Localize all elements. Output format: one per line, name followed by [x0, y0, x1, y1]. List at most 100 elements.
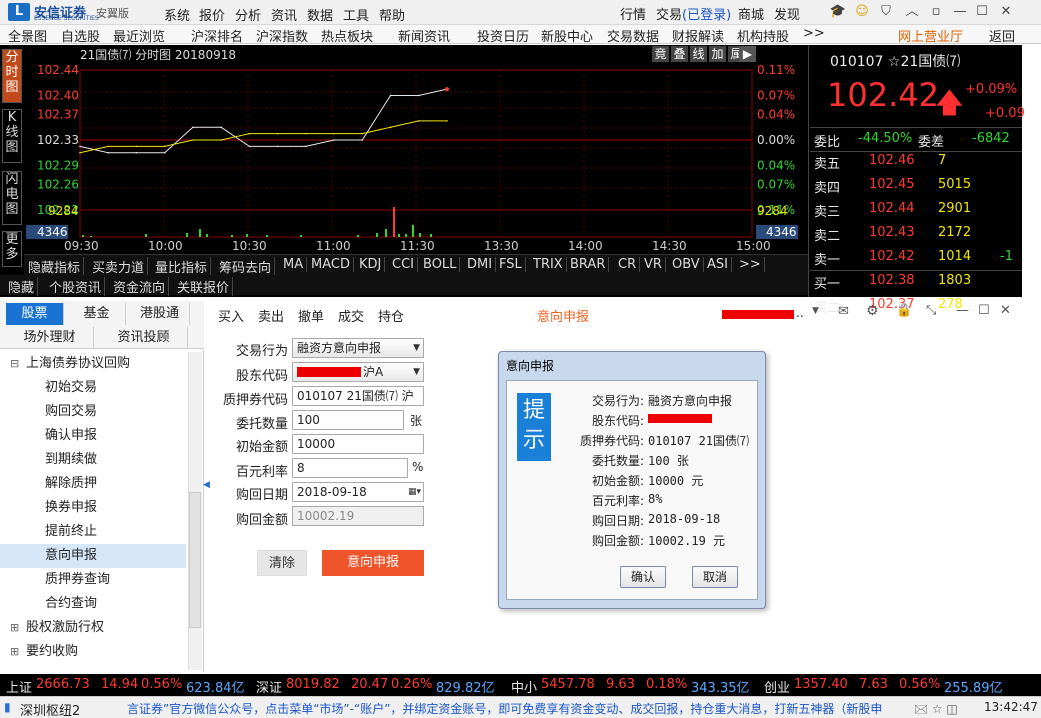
cancel-button[interactable]: 取消: [692, 566, 738, 588]
tree-item[interactable]: 意向申报: [0, 544, 186, 568]
menu2-ipo[interactable]: 新股中心: [541, 26, 593, 45]
panel-close-icon[interactable]: ✕: [1000, 303, 1011, 318]
status-icons[interactable]: 🖂 ☆ ◫: [914, 700, 958, 718]
maximize-button[interactable]: ☐: [972, 2, 992, 22]
nav-tab-hk-connect[interactable]: 港股通: [130, 303, 190, 325]
menu2-watchlist[interactable]: 自选股: [61, 26, 100, 45]
date-picker[interactable]: 2018-09-18 ▦▾: [292, 482, 424, 502]
nav-tab-fund[interactable]: 基金: [68, 303, 126, 325]
ind-chips[interactable]: 筹码去向: [219, 257, 276, 276]
ind-vr[interactable]: VR: [644, 257, 666, 272]
tab-buy[interactable]: 买入: [218, 306, 244, 325]
expand-icon[interactable]: ⤡: [926, 303, 936, 318]
rate-input[interactable]: 8: [292, 458, 408, 478]
tool-next[interactable]: ▶: [739, 46, 756, 62]
ind-dmi[interactable]: DMI: [467, 257, 497, 272]
minimize-button[interactable]: —: [950, 2, 970, 22]
tool-line[interactable]: 线: [690, 46, 707, 62]
link-quote[interactable]: 行情: [620, 4, 646, 23]
tab-kline[interactable]: K线图: [2, 109, 22, 163]
nav-tab-otc[interactable]: 场外理财: [6, 327, 94, 349]
menu2-index[interactable]: 沪深指数: [256, 26, 308, 45]
menu2-recent[interactable]: 最近浏览: [113, 26, 165, 45]
index-name[interactable]: 深证: [256, 677, 282, 696]
menu-help[interactable]: 帮助: [379, 5, 405, 24]
qty-input[interactable]: 100: [292, 410, 404, 430]
index-name[interactable]: 上证: [6, 677, 32, 696]
sub-hide[interactable]: 隐藏: [8, 277, 39, 296]
tree-item[interactable]: ⊟ 上海债券协议回购: [0, 352, 186, 376]
menu2-rank[interactable]: 沪深排名: [191, 26, 243, 45]
ind-trix[interactable]: TRIX: [533, 257, 567, 272]
menu2-back[interactable]: 返回: [989, 26, 1015, 45]
nav-tab-stock[interactable]: 股票: [6, 303, 64, 325]
panel-minimize-icon[interactable]: —: [956, 303, 969, 318]
menu2-more[interactable]: >>: [803, 26, 825, 41]
ind-brar[interactable]: BRAR: [570, 257, 610, 272]
ind-macd[interactable]: MACD: [311, 257, 354, 272]
menu2-hot[interactable]: 热点板块: [321, 26, 373, 45]
menu2-news[interactable]: 新闻资讯: [398, 26, 450, 45]
link-discover[interactable]: 发现: [774, 4, 800, 23]
tree-item[interactable]: 换券申报: [0, 496, 186, 520]
menu2-online-hall[interactable]: 网上营业厅: [898, 26, 963, 45]
ind-fsl[interactable]: FSL: [499, 257, 526, 272]
menu2-calendar[interactable]: 投资日历: [477, 26, 529, 45]
tree-item[interactable]: 购回交易: [0, 400, 186, 424]
account-select[interactable]: 沪A ▼: [292, 362, 424, 382]
tab-cancel[interactable]: 撤单: [298, 306, 324, 325]
star-icon[interactable]: ☆: [888, 54, 901, 70]
lock-icon[interactable]: 🔒: [896, 303, 912, 318]
graduate-icon[interactable]: 🎓: [828, 2, 848, 22]
tree-expand-icon[interactable]: ⊟: [10, 352, 19, 376]
server-name[interactable]: 深圳枢纽2: [20, 700, 80, 718]
ok-button[interactable]: 确认: [620, 566, 666, 588]
ind-ma[interactable]: MA: [283, 257, 308, 272]
action-select[interactable]: 融资方意向申报 ▼: [292, 338, 424, 358]
scrollbar-thumb[interactable]: [189, 492, 201, 628]
menu-news[interactable]: 资讯: [271, 5, 297, 24]
tab-more[interactable]: 更多: [2, 231, 22, 267]
tree-item[interactable]: 解除质押: [0, 472, 186, 496]
sub-capital-flow[interactable]: 资金流向: [113, 277, 170, 296]
clear-button[interactable]: 清除: [257, 550, 307, 576]
close-button[interactable]: ✕: [996, 2, 1016, 22]
tree-item[interactable]: 质押券查询: [0, 568, 186, 592]
panel-restore-icon[interactable]: ☐: [978, 303, 990, 318]
account-dropdown-icon[interactable]: ▼: [812, 306, 819, 316]
tab-lightning[interactable]: 闪电图: [2, 171, 22, 225]
menu-quote[interactable]: 报价: [199, 5, 225, 24]
nav-tab-advisory[interactable]: 资讯投顾: [100, 327, 188, 349]
ind-force[interactable]: 买卖力道: [92, 257, 149, 276]
tree-item[interactable]: 确认申报: [0, 424, 186, 448]
tree-item[interactable]: 初始交易: [0, 376, 186, 400]
index-name[interactable]: 中小: [511, 677, 537, 696]
ind-obv[interactable]: OBV: [672, 257, 704, 272]
tree-expand-icon[interactable]: ⊞: [10, 640, 19, 664]
menu-analysis[interactable]: 分析: [235, 5, 261, 24]
tool-overlay[interactable]: 叠: [671, 46, 688, 62]
menu2-holdings[interactable]: 机构持股: [737, 26, 789, 45]
shirt-icon[interactable]: ⛉: [876, 2, 896, 22]
tree-item[interactable]: ⊞ 股权激励行权: [0, 616, 186, 640]
tree-expand-icon[interactable]: ⊞: [10, 616, 19, 640]
ind-more[interactable]: >>: [739, 257, 765, 272]
menu-tools[interactable]: 工具: [343, 5, 369, 24]
tree-item[interactable]: 合约查询: [0, 592, 186, 616]
tool-compete[interactable]: 竟: [652, 46, 669, 62]
tree-item[interactable]: 提前终止: [0, 520, 186, 544]
menu2-tradedata[interactable]: 交易数据: [607, 26, 659, 45]
settings-icon[interactable]: ⚙: [866, 303, 879, 319]
link-mall[interactable]: 商城: [738, 4, 764, 23]
link-trade[interactable]: 交易: [656, 4, 682, 23]
menu2-panorama[interactable]: 全景图: [8, 26, 47, 45]
ind-boll[interactable]: BOLL: [423, 257, 461, 272]
tab-position[interactable]: 持仓: [378, 306, 404, 325]
tool-add[interactable]: 加: [709, 46, 726, 62]
submit-button[interactable]: 意向申报: [322, 550, 424, 576]
menu2-report[interactable]: 财报解读: [672, 26, 724, 45]
bond-input[interactable]: 010107 21国债⑺ 沪: [292, 386, 424, 406]
smiley-icon[interactable]: ☺: [852, 2, 872, 22]
menu-system[interactable]: 系统: [164, 5, 190, 24]
tree-item[interactable]: ⊞ 要约收购: [0, 640, 186, 664]
